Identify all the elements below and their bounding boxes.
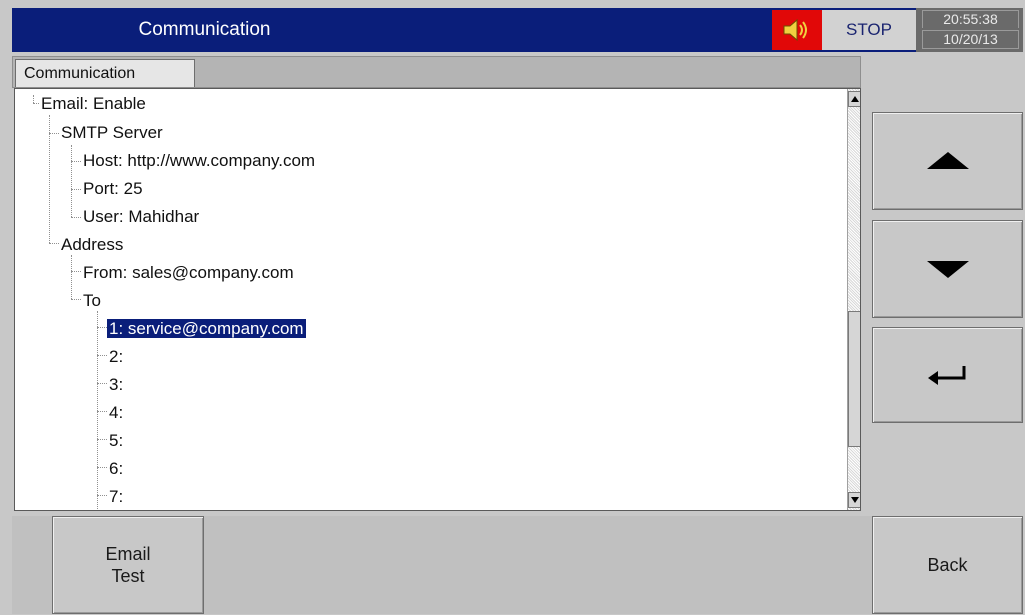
clock-time: 20:55:38 [922,10,1019,28]
enter-button[interactable] [872,327,1023,423]
settings-tree: Email: Enable SMTP Server Host: http://w… [14,88,861,511]
tree-item-to-5[interactable]: 5: [109,428,123,454]
tree-item-to-7[interactable]: 7: [109,484,123,510]
scroll-up-button[interactable] [848,91,860,107]
tree-item-host[interactable]: Host: http://www.company.com [83,148,315,174]
scroll-down-button[interactable] [848,492,860,508]
scroll-down-arrow-icon [851,497,859,503]
run-status-box: STOP [822,10,916,50]
tab-communication[interactable]: Communication [15,59,195,87]
scrollbar-thumb[interactable] [848,311,860,447]
tree-scrollbar[interactable] [847,89,860,510]
tree-item-smtp-server[interactable]: SMTP Server [61,120,163,146]
tree-item-to-6[interactable]: 6: [109,456,123,482]
back-button[interactable]: Back [872,516,1023,614]
email-test-label-line1: Email [105,544,151,564]
speaker-button[interactable] [772,10,822,50]
clock-date: 10/20/13 [922,30,1019,49]
arrow-up-icon [926,152,969,169]
speaker-icon [783,18,807,42]
move-up-button[interactable] [872,112,1023,210]
clock: 20:55:38 10/20/13 [916,8,1023,52]
tree-item-email-enable[interactable]: Email: Enable [41,91,146,117]
tab-strip: Communication [12,56,861,88]
move-down-button[interactable] [872,220,1023,318]
run-status: STOP [846,20,892,39]
tree-item-address[interactable]: Address [61,232,123,258]
tree-item-to-4[interactable]: 4: [109,400,123,426]
tree-item-to[interactable]: To [83,288,101,314]
title-bar: Communication STOP 20:55:38 10/20/13 [12,8,1023,52]
tree-item-to-2[interactable]: 2: [109,344,123,370]
scroll-up-arrow-icon [851,96,859,102]
enter-icon [927,366,965,385]
tree-item-from[interactable]: From: sales@company.com [83,260,294,286]
arrow-down-icon [926,261,969,278]
tree-item-to-3[interactable]: 3: [109,372,123,398]
tree-item-user[interactable]: User: Mahidhar [83,204,199,230]
page-title: Communication [138,19,271,40]
tree-item-to-1[interactable]: 1: service@company.com [106,316,307,342]
email-test-label-line2: Test [111,566,145,586]
email-test-button[interactable]: Email Test [52,516,204,614]
bottom-bar: Email Test Back [12,516,1023,614]
tree-item-port[interactable]: Port: 25 [83,176,143,202]
